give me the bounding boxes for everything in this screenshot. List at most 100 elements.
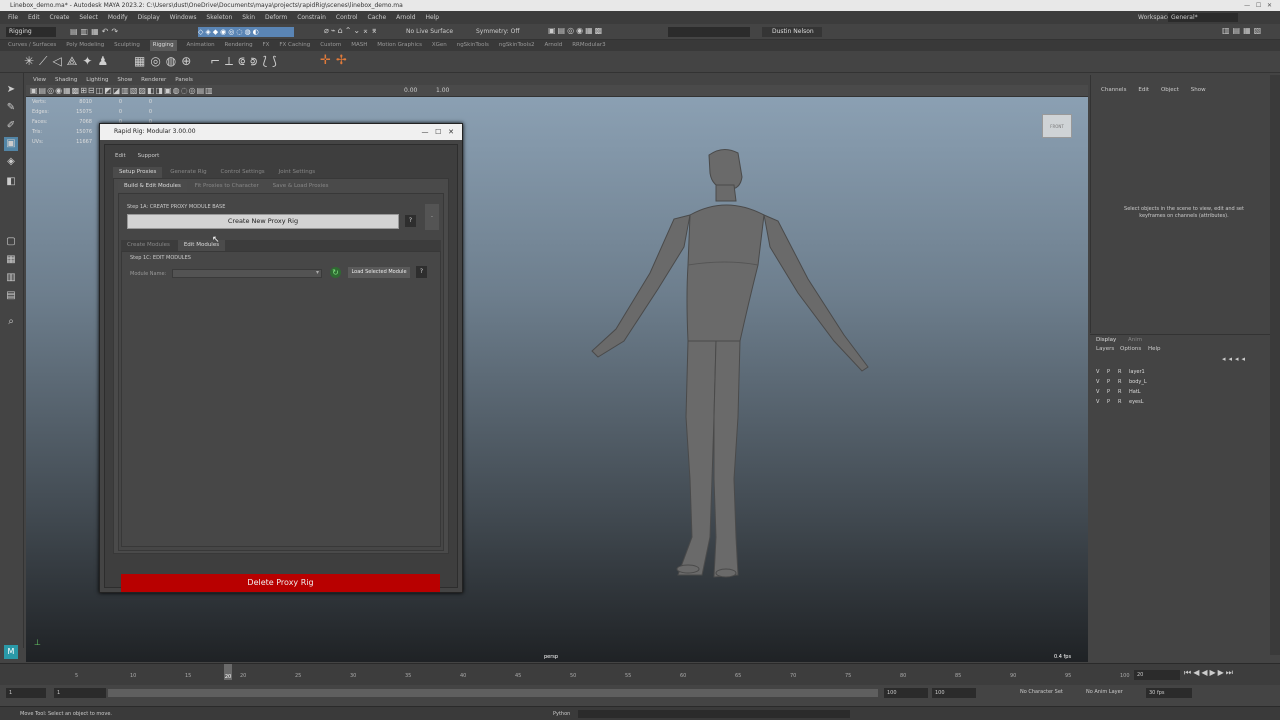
shelf-tab-xgen[interactable]: XGen	[432, 40, 447, 51]
menu-constrain[interactable]: Constrain	[297, 11, 326, 24]
shelf-tab-ngskintools[interactable]: ngSkinTools	[457, 40, 489, 51]
cb-menu-channels[interactable]: Channels	[1101, 75, 1126, 105]
vp-menu-panels[interactable]: Panels	[175, 75, 193, 85]
anim-end-field[interactable]: 100	[932, 688, 976, 698]
layer-playback[interactable]: P	[1107, 367, 1118, 377]
layer-row[interactable]: V P R HatL	[1096, 387, 1266, 397]
fps-select[interactable]: 30 fps	[1146, 688, 1192, 698]
view-cube[interactable]: FRONT	[1042, 114, 1072, 138]
menu-deform[interactable]: Deform	[265, 11, 287, 24]
layer-visible[interactable]: V	[1096, 387, 1107, 397]
single-view-icon[interactable]: ▢	[4, 235, 18, 249]
menu-create[interactable]: Create	[50, 11, 70, 24]
rigging-joint-icons[interactable]: ✳⟋◁⟁✦♟	[24, 54, 113, 69]
menu-windows[interactable]: Windows	[170, 11, 197, 24]
select-tool-icon[interactable]: ➤	[4, 83, 18, 97]
shelf-tab-fx[interactable]: FX	[263, 40, 270, 51]
workspace-select[interactable]: General*	[1168, 13, 1238, 22]
layer-reference[interactable]: R	[1118, 367, 1129, 377]
vp-menu-view[interactable]: View	[33, 75, 46, 85]
tab-build-edit-modules[interactable]: Build & Edit Modules	[118, 181, 187, 192]
create-new-proxy-rig-button[interactable]: Create New Proxy Rig	[127, 214, 399, 229]
gamma-value[interactable]: 1.00	[436, 87, 449, 94]
tab-generate-rig[interactable]: Generate Rig	[164, 167, 212, 178]
layer-playback[interactable]: P	[1107, 377, 1118, 387]
file-icons[interactable]: ▤▥▦↶↷	[70, 27, 121, 36]
rigging-ik-icons[interactable]: ⌐⟂⟃⟄⟅⟆	[210, 54, 282, 69]
menu-arnold[interactable]: Arnold	[396, 11, 415, 24]
vp-menu-lighting[interactable]: Lighting	[86, 75, 108, 85]
cb-menu-edit[interactable]: Edit	[1138, 75, 1149, 105]
shelf-tab-rrmodular3[interactable]: RRModular3	[572, 40, 605, 51]
layer-buttons-icons[interactable]: ◂◂◂◂	[1222, 355, 1248, 363]
delete-proxy-rig-button[interactable]: Delete Proxy Rig	[121, 574, 440, 592]
tab-fit-proxies[interactable]: Fit Proxies to Character	[189, 181, 265, 192]
playback-controls-icons[interactable]: ⏮◀◀▶▶⏭	[1184, 668, 1235, 678]
menu-cache[interactable]: Cache	[368, 11, 387, 24]
input-line-field[interactable]	[668, 27, 750, 37]
layer-row[interactable]: V P Rbody_L	[1096, 377, 1266, 387]
load-selected-module-button[interactable]: Load Selected Module	[348, 267, 410, 278]
symmetry-label[interactable]: Symmetry: Off	[476, 28, 519, 35]
window-controls[interactable]: — ☐ ✕	[1244, 0, 1272, 11]
shelf-tab-rigging[interactable]: Rigging	[149, 40, 177, 51]
shelf-tab-poly[interactable]: Poly Modeling	[66, 40, 104, 51]
menu-set-select[interactable]: Rigging	[6, 27, 56, 37]
layer-visible[interactable]: V	[1096, 367, 1107, 377]
tab-joint-settings[interactable]: Joint Settings	[273, 167, 321, 178]
layer-tab-display[interactable]: Display	[1096, 337, 1116, 343]
shelf-tab-ngskintools2[interactable]: ngSkinTools2	[499, 40, 535, 51]
menu-skin[interactable]: Skin	[242, 11, 255, 24]
dialog-menu-edit[interactable]: Edit	[115, 145, 126, 167]
search-icon[interactable]: ⌕	[4, 315, 18, 329]
vp-menu-show[interactable]: Show	[117, 75, 132, 85]
script-language[interactable]: Python	[553, 707, 570, 720]
menu-skeleton[interactable]: Skeleton	[206, 11, 232, 24]
snap-icons[interactable]: ⌀⌁⌂⌃⌄⌅⌆	[324, 26, 380, 35]
viewport-toolbar-icons[interactable]: ▣▤◎◉▦▩⊞⊟◫◩◪▥▧▨◧◨▣◍◌◎▤▥	[30, 86, 214, 95]
shelf-tab-sculpting[interactable]: Sculpting	[114, 40, 140, 51]
layer-playback[interactable]: P	[1107, 397, 1118, 407]
menu-modify[interactable]: Modify	[108, 11, 128, 24]
shelf-tab-rendering[interactable]: Rendering	[225, 40, 253, 51]
selection-mask-icons[interactable]: ◇◈◆◉◎◌◍◐	[198, 27, 294, 37]
help-button[interactable]: ?	[405, 215, 416, 227]
rapid-rig-icons[interactable]: ✛✢	[320, 53, 352, 68]
user-account[interactable]: Dustin Nelson	[762, 27, 822, 37]
four-view-icon[interactable]: ▦	[4, 253, 18, 267]
tab-save-load-proxies[interactable]: Save & Load Proxies	[267, 181, 335, 192]
module-name-select[interactable]: ▾	[172, 269, 322, 278]
layer-visible[interactable]: V	[1096, 397, 1107, 407]
current-frame-field[interactable]: 20	[1134, 670, 1180, 680]
range-start-field[interactable]: 1	[54, 688, 106, 698]
shelf-tab-fx-caching[interactable]: FX Caching	[279, 40, 310, 51]
rotate-tool-icon[interactable]: ◈	[4, 155, 18, 169]
cb-menu-object[interactable]: Object	[1161, 75, 1179, 105]
range-end-field[interactable]: 100	[884, 688, 928, 698]
shelf-tab-curves[interactable]: Curves / Surfaces	[8, 40, 56, 51]
layer-reference[interactable]: R	[1118, 377, 1129, 387]
help-button[interactable]: ?	[416, 266, 427, 278]
command-input[interactable]	[578, 710, 850, 718]
menu-control[interactable]: Control	[336, 11, 358, 24]
render-icons[interactable]: ▣▤◎◉▦▩	[548, 26, 604, 35]
tab-control-settings[interactable]: Control Settings	[214, 167, 270, 178]
time-slider[interactable]: 5 10 15 20 25 30 35 40 45 50 55 60 65 70 75 80 85 90 95 100…	[0, 663, 1280, 685]
exposure-value[interactable]: 0.00	[404, 87, 417, 94]
refresh-icon[interactable]: ↻	[330, 267, 341, 278]
menu-display[interactable]: Display	[138, 11, 160, 24]
shelf-tab-custom[interactable]: Custom	[320, 40, 341, 51]
layer-menu-options[interactable]: Options	[1120, 346, 1141, 352]
side-tabs-strip[interactable]	[1270, 75, 1280, 655]
shelf-tab-arnold[interactable]: Arnold	[544, 40, 562, 51]
cb-menu-show[interactable]: Show	[1191, 75, 1206, 105]
layer-row[interactable]: V P ReyesL	[1096, 397, 1266, 407]
shelf-tab-motion-graphics[interactable]: Motion Graphics	[377, 40, 422, 51]
shelf-tab-animation[interactable]: Animation	[187, 40, 215, 51]
scale-tool-icon[interactable]: ◧	[4, 175, 18, 189]
layer-tab-anim[interactable]: Anim	[1128, 337, 1142, 343]
layer-menu-layers[interactable]: Layers	[1096, 346, 1114, 352]
collapse-toggle[interactable]: -	[425, 204, 439, 230]
menu-help[interactable]: Help	[425, 11, 439, 24]
start-frame-field[interactable]: 1	[6, 688, 46, 698]
